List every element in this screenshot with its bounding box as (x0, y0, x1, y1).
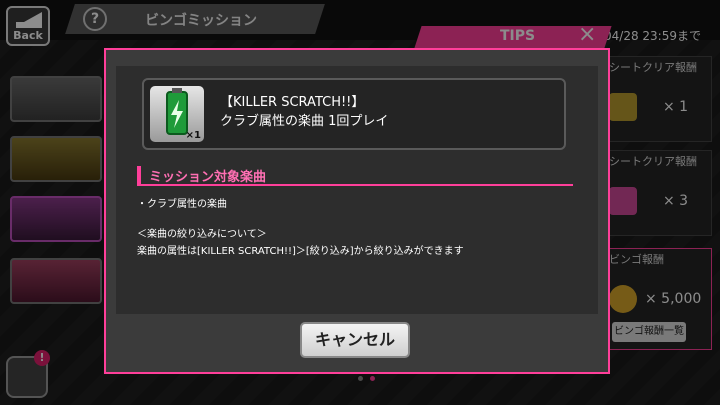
item-description: クラブ属性の楽曲 1回プレイ (220, 114, 389, 129)
cancel-button[interactable]: キャンセル (300, 322, 410, 358)
section-divider (137, 184, 573, 186)
item-title: 【KILLER SCRATCH!!】 (220, 95, 365, 110)
item-quantity: ×1 (185, 130, 201, 141)
filter-note-body: 楽曲の属性は[KILLER SCRATCH!!]＞[絞り込み]から絞り込みができ… (137, 246, 464, 257)
filter-note-heading: ＜楽曲の絞り込みについて＞ (137, 229, 267, 240)
section-title: ミッション対象楽曲 (149, 170, 267, 185)
target-song-bullet: ・クラブ属性の楽曲 (137, 199, 227, 210)
section-marker (137, 166, 141, 184)
battery-icon: ×1 (150, 86, 204, 142)
